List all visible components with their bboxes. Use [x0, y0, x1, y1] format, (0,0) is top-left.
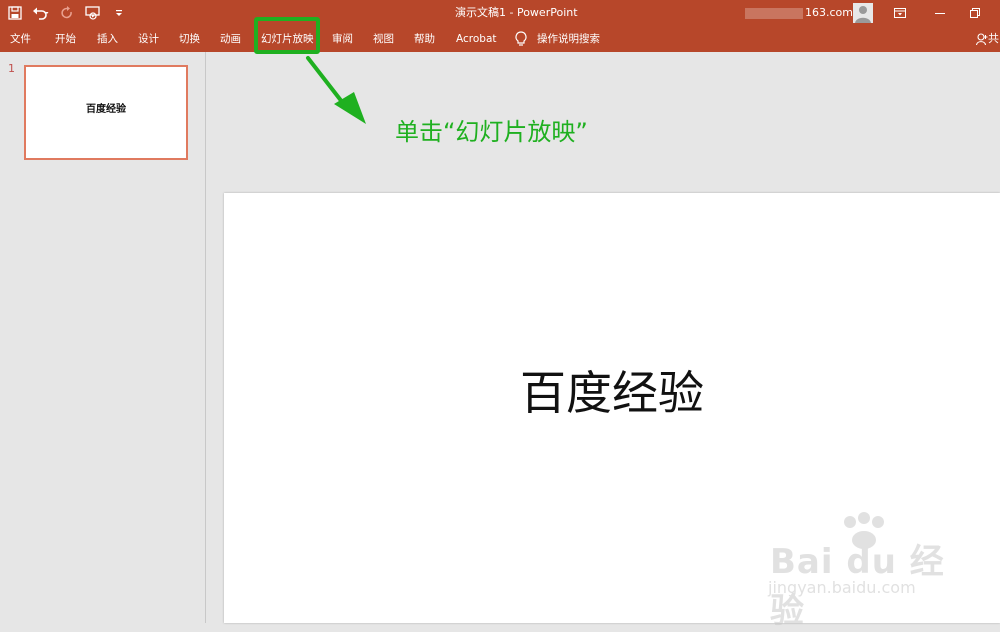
undo-icon[interactable] [30, 2, 52, 24]
annotation-arrow-icon [306, 56, 366, 124]
customize-icon[interactable] [108, 2, 130, 24]
ribbon-display-options-icon[interactable] [885, 0, 915, 26]
restore-icon[interactable] [960, 0, 990, 26]
slide-thumbnail[interactable]: 百度经验 [24, 65, 188, 160]
watermark: Bai du 经验 jingyan.baidu.com [760, 512, 960, 631]
account-domain: 163.com [805, 6, 853, 19]
annotation-text: 单击“幻灯片放映” [395, 118, 588, 146]
account-info[interactable]: 163.com [745, 0, 853, 26]
share-label: 共 [988, 32, 999, 45]
account-name-mask [745, 7, 803, 19]
highlight-box [254, 17, 320, 54]
title-bar: 演示文稿1 - PowerPoint 163.com [0, 0, 1000, 26]
thumbnail-title: 百度经验 [86, 104, 126, 115]
tab-view[interactable]: 视图 [373, 26, 394, 52]
tab-insert[interactable]: 插入 [97, 26, 118, 52]
person-icon [976, 33, 988, 45]
slide-number: 1 [8, 62, 15, 75]
quick-access-toolbar [0, 0, 130, 26]
tell-me-search[interactable]: 操作说明搜索 [537, 26, 600, 52]
tab-acrobat[interactable]: Acrobat [456, 26, 497, 52]
tab-design[interactable]: 设计 [138, 26, 159, 52]
minimize-icon[interactable] [925, 0, 955, 26]
tab-file[interactable]: 文件 [10, 26, 31, 52]
tab-help[interactable]: 帮助 [414, 26, 435, 52]
slide-thumbnail-pane: 1 百度经验 [0, 52, 206, 623]
from-beginning-icon[interactable] [82, 2, 104, 24]
redo-icon[interactable] [56, 2, 78, 24]
lightbulb-icon [515, 31, 527, 46]
tab-home[interactable]: 开始 [55, 26, 76, 52]
save-icon[interactable] [4, 2, 26, 24]
watermark-url: jingyan.baidu.com [768, 578, 916, 597]
tab-animations[interactable]: 动画 [220, 26, 241, 52]
ribbon-tab-bar: 文件 开始 插入 设计 切换 动画 幻灯片放映 审阅 视图 帮助 Acrobat… [0, 26, 1000, 52]
tab-transitions[interactable]: 切换 [179, 26, 200, 52]
tab-review[interactable]: 审阅 [332, 26, 353, 52]
avatar[interactable] [853, 3, 873, 23]
document-title: 演示文稿1 - PowerPoint [455, 6, 578, 19]
slide-title-text[interactable]: 百度经验 [224, 357, 1000, 423]
share-button[interactable]: 共 [976, 26, 999, 52]
